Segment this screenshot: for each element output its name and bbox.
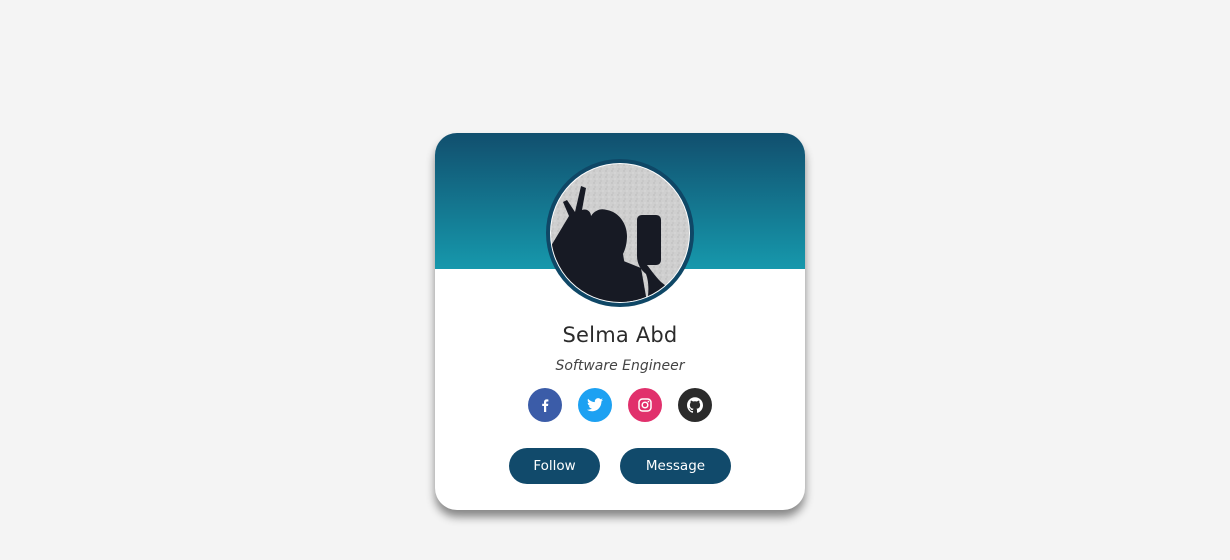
follow-button[interactable]: Follow bbox=[509, 448, 600, 484]
profile-card: Selma Abd Software Engineer Follow Messa… bbox=[435, 133, 805, 510]
github-link[interactable] bbox=[678, 388, 712, 422]
github-icon bbox=[687, 397, 703, 413]
instagram-icon bbox=[638, 398, 652, 412]
profile-name: Selma Abd bbox=[562, 323, 678, 347]
profile-title: Software Engineer bbox=[555, 358, 685, 374]
action-buttons: Follow Message bbox=[435, 448, 805, 484]
message-button[interactable]: Message bbox=[620, 448, 731, 484]
avatar-image bbox=[551, 164, 689, 302]
twitter-link[interactable] bbox=[578, 388, 612, 422]
avatar-photo bbox=[551, 164, 689, 302]
facebook-icon bbox=[542, 399, 549, 412]
avatar bbox=[546, 159, 694, 307]
facebook-link[interactable] bbox=[528, 388, 562, 422]
twitter-icon bbox=[587, 398, 603, 412]
social-links bbox=[435, 388, 805, 422]
instagram-link[interactable] bbox=[628, 388, 662, 422]
